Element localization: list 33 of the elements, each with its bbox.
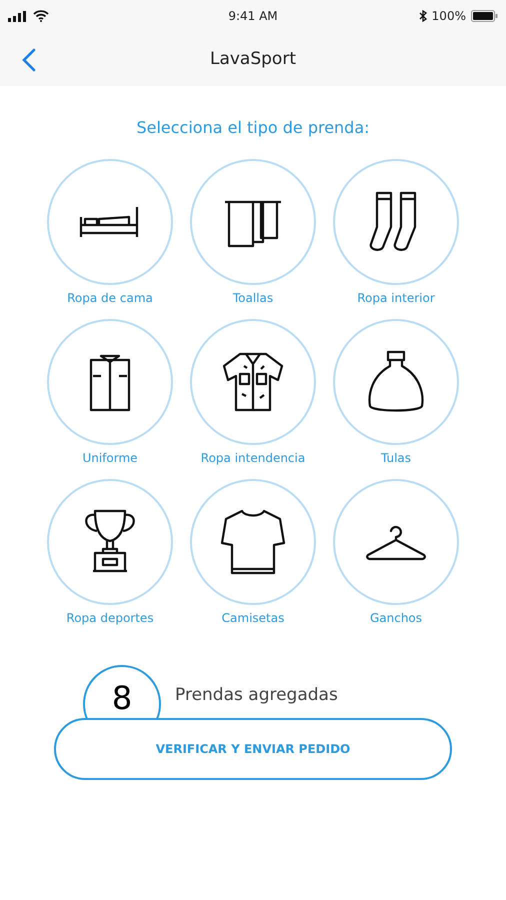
battery-icon [470,10,498,22]
count-label: Prendas agregadas [175,685,338,705]
garment-type-button[interactable] [333,159,459,285]
hanger-icon [365,523,427,561]
nav-title: LavaSport [210,49,296,69]
garment-type-button[interactable] [333,319,459,445]
tshirt-icon [220,509,286,575]
garment-type-button[interactable] [47,319,173,445]
wifi-icon [33,10,49,22]
garment-label: Ropa de cama [67,291,153,305]
status-time: 9:41 AM [228,9,278,23]
garment-label: Ganchos [370,611,422,625]
garment-type-button[interactable] [47,159,173,285]
garment-type-button[interactable] [190,319,316,445]
section-heading: Selecciona el tipo de prenda: [135,118,371,137]
garment-type-button[interactable] [190,479,316,605]
garment-label: Ropa deportes [66,611,154,625]
submit-button[interactable]: VERIFICAR Y ENVIAR PEDIDO [54,718,452,780]
bag-icon [366,350,426,414]
garment-label: Uniforme [82,451,138,465]
garment-label: Ropa intendencia [200,451,306,465]
garment-type-button[interactable] [190,159,316,285]
garment-label: Camisetas [222,611,284,625]
bluetooth-icon [418,10,427,22]
shirt-icon [87,352,133,412]
bed-icon [79,205,141,239]
garment-label: Tulas [380,451,412,465]
camo-shirt-icon [220,350,286,414]
signal-icon [8,10,28,22]
battery-percent: 100% [432,9,466,23]
garment-label: Toallas [232,291,274,305]
garment-type-button[interactable] [47,479,173,605]
garment-label: Ropa interior [357,291,435,305]
